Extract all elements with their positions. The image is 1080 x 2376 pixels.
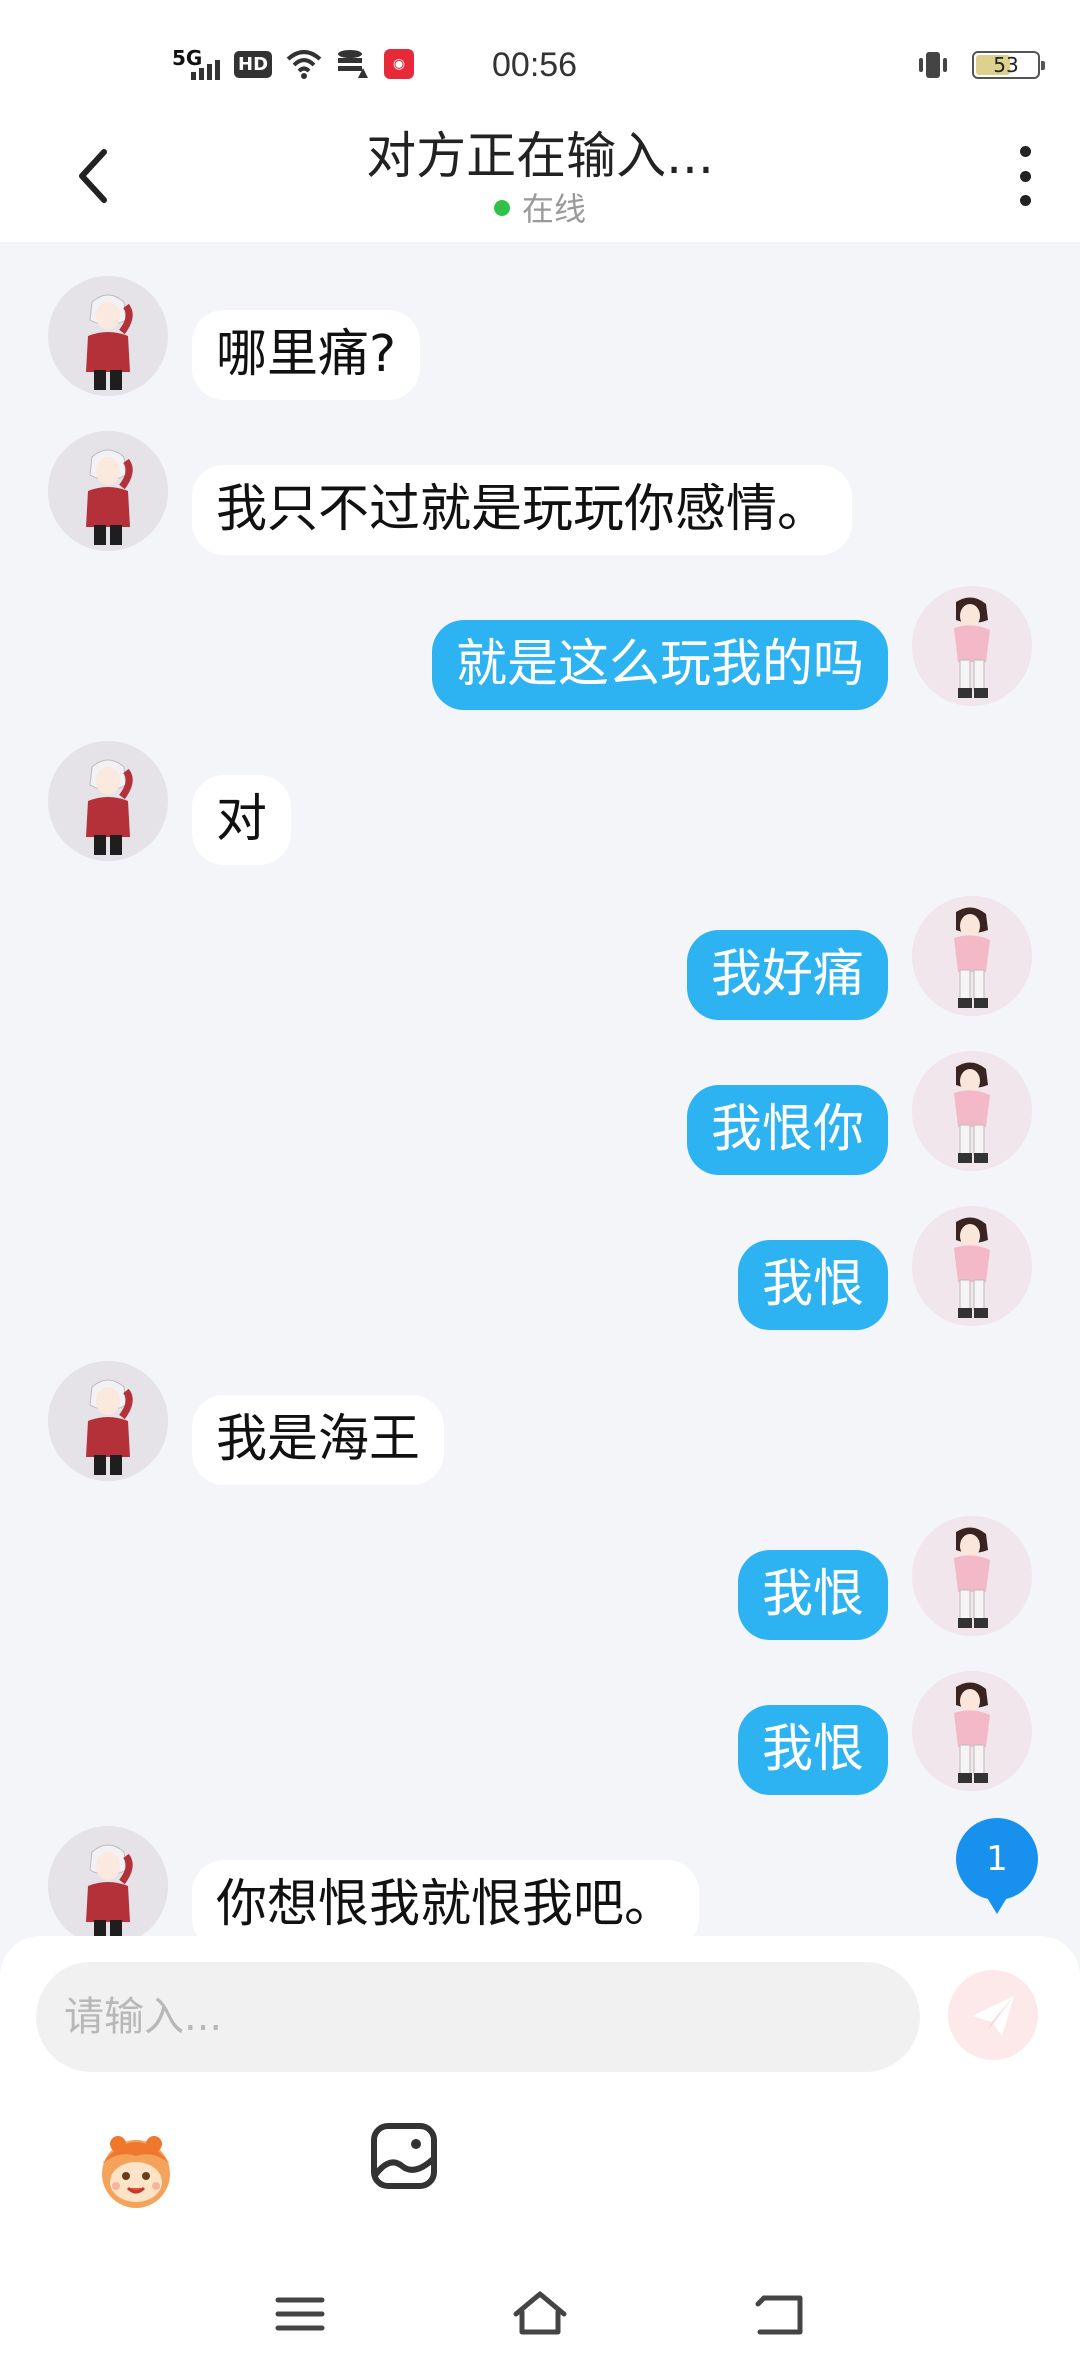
battery-level: 53 bbox=[993, 53, 1019, 77]
data-saver-icon bbox=[338, 50, 369, 78]
vibrate-icon bbox=[919, 52, 947, 78]
message-bubble[interactable]: 就是这么玩我的吗 bbox=[431, 620, 888, 710]
incoming-message: 哪里痛? bbox=[0, 276, 1080, 400]
message-bubble[interactable]: 你想恨我就恨我吧。 bbox=[192, 1860, 700, 1936]
image-icon[interactable] bbox=[368, 2120, 440, 2192]
my-avatar[interactable] bbox=[912, 1671, 1032, 1791]
message-bubble[interactable]: 对 bbox=[192, 775, 292, 865]
my-avatar[interactable] bbox=[912, 896, 1032, 1016]
wifi-icon bbox=[286, 50, 322, 79]
emoji-icon[interactable] bbox=[88, 2120, 184, 2216]
chat-title: 对方正在输入... bbox=[366, 127, 714, 185]
send-button[interactable] bbox=[948, 1970, 1038, 2060]
clock: 00:56 bbox=[492, 46, 578, 84]
outgoing-message: 我恨 bbox=[0, 1206, 1080, 1330]
online-status-label: 在线 bbox=[521, 190, 586, 228]
battery-icon: 53 bbox=[972, 51, 1045, 79]
status-icons-right: 53 bbox=[916, 48, 1045, 82]
message-bubble[interactable]: 我恨你 bbox=[686, 1085, 888, 1175]
incoming-message: 对 bbox=[0, 741, 1080, 865]
contact-avatar[interactable] bbox=[48, 1826, 168, 1936]
incoming-message: 你想恨我就恨我吧。 bbox=[0, 1826, 1080, 1936]
more-icon[interactable] bbox=[1010, 146, 1040, 206]
system-nav-bar bbox=[0, 2270, 1080, 2376]
message-bubble[interactable]: 我恨 bbox=[737, 1240, 888, 1330]
cellular-signal-icon: 5G bbox=[172, 46, 220, 82]
status-icons-left: 5G HD ◉ bbox=[172, 46, 415, 82]
app-notification-icon: ◉ bbox=[384, 49, 415, 79]
chat-header: 对方正在输入... 在线 bbox=[0, 108, 1080, 242]
message-bubble[interactable]: 哪里痛? bbox=[192, 310, 421, 400]
unread-badge[interactable]: 1 bbox=[956, 1818, 1038, 1914]
my-avatar[interactable] bbox=[912, 1051, 1032, 1171]
contact-avatar[interactable] bbox=[48, 1361, 168, 1481]
contact-avatar[interactable] bbox=[48, 741, 168, 861]
my-avatar[interactable] bbox=[912, 1516, 1032, 1636]
contact-avatar[interactable] bbox=[48, 431, 168, 551]
message-bubble[interactable]: 我恨 bbox=[737, 1550, 888, 1640]
message-input[interactable] bbox=[36, 1962, 920, 2072]
send-icon bbox=[972, 1996, 1014, 2036]
message-list[interactable]: 哪里痛? 我只不过就是玩玩你感情。 就是这么玩我的吗对我好痛 我恨你 我恨 我是海王 我恨我… bbox=[0, 242, 1080, 1936]
status-bar: 5G HD ◉ 00:56 53 bbox=[0, 0, 1080, 108]
outgoing-message: 我恨你 bbox=[0, 1051, 1080, 1175]
outgoing-message: 我恨 bbox=[0, 1516, 1080, 1640]
message-bubble[interactable]: 我是海王 bbox=[192, 1395, 445, 1485]
composer bbox=[0, 1936, 1080, 2376]
message-bubble[interactable]: 我好痛 bbox=[686, 930, 888, 1020]
home-icon[interactable] bbox=[510, 2284, 570, 2344]
incoming-message: 我只不过就是玩玩你感情。 bbox=[0, 431, 1080, 555]
my-avatar[interactable] bbox=[912, 1206, 1032, 1326]
outgoing-message: 我好痛 bbox=[0, 896, 1080, 1020]
message-bubble[interactable]: 我恨 bbox=[737, 1705, 888, 1795]
online-dot bbox=[493, 200, 510, 216]
outgoing-message: 我恨 bbox=[0, 1671, 1080, 1795]
message-bubble[interactable]: 我只不过就是玩玩你感情。 bbox=[192, 465, 853, 555]
outgoing-message: 就是这么玩我的吗 bbox=[0, 586, 1080, 710]
hd-badge: HD bbox=[234, 50, 273, 78]
my-avatar[interactable] bbox=[912, 586, 1032, 706]
return-icon[interactable] bbox=[750, 2284, 810, 2344]
online-status: 在线 bbox=[0, 184, 1080, 230]
menu-icon[interactable] bbox=[270, 2284, 330, 2344]
incoming-message: 我是海王 bbox=[0, 1361, 1080, 1485]
contact-avatar[interactable] bbox=[48, 276, 168, 396]
